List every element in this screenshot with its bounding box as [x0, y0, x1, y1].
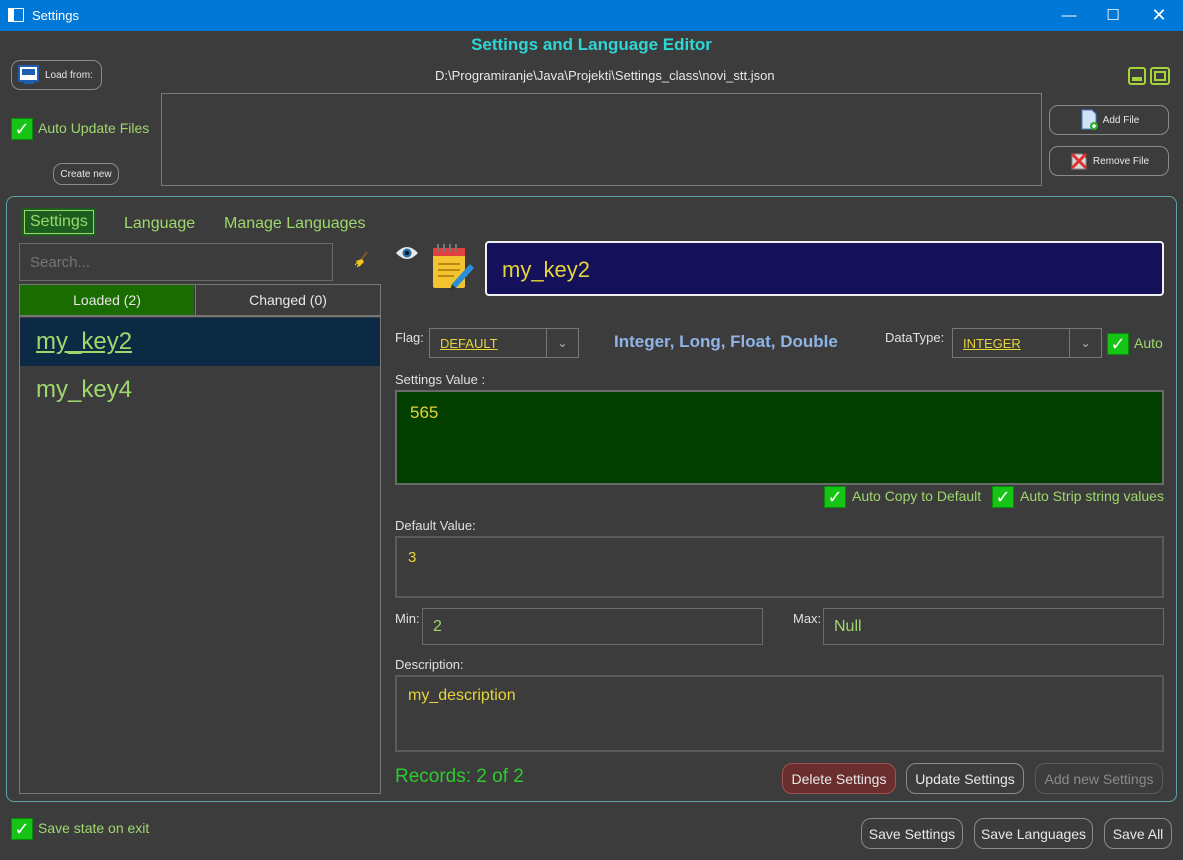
file-path: D:\Programiranje\Java\Projekti\Settings_…	[435, 68, 775, 83]
list-item-label: my_key2	[36, 328, 133, 355]
broom-icon[interactable]	[353, 250, 371, 268]
default-value-text: 3	[408, 549, 417, 566]
delete-settings-button[interactable]: Delete Settings	[782, 763, 896, 794]
min-field[interactable]: 2	[422, 608, 763, 645]
app-icon	[8, 8, 24, 22]
save-all-button[interactable]: Save All	[1104, 818, 1172, 849]
default-value-field[interactable]: 3	[395, 536, 1164, 598]
datatype-value: INTEGER	[963, 336, 1021, 351]
auto-strip-label: Auto Strip string values	[1020, 488, 1164, 504]
add-file-button[interactable]: Add File	[1049, 105, 1169, 135]
create-new-button[interactable]: Create new	[53, 163, 119, 185]
types-hint: Integer, Long, Float, Double	[614, 332, 838, 351]
tab-manage-languages[interactable]: Manage Languages	[224, 215, 365, 233]
key-value: my_key2	[502, 257, 591, 282]
description-field[interactable]: my_description	[395, 675, 1164, 752]
list-item[interactable]: my_key2	[20, 318, 380, 366]
key-field[interactable]: my_key2	[485, 241, 1164, 296]
list-item[interactable]: my_key4	[20, 366, 380, 414]
max-value: Null	[834, 618, 862, 635]
settings-value-label: Settings Value :	[395, 372, 486, 387]
update-settings-button[interactable]: Update Settings	[906, 763, 1024, 794]
minimize-icon[interactable]: —	[1046, 0, 1092, 31]
app-heading: Settings and Language Editor	[471, 35, 712, 54]
auto-datatype-checkbox[interactable]: ✓	[1107, 333, 1129, 355]
save-languages-button[interactable]: Save Languages	[974, 818, 1093, 849]
notepad-icon	[433, 244, 474, 290]
remove-file-icon	[1070, 152, 1087, 170]
load-from-button[interactable]: Load from:	[11, 60, 102, 90]
list-item-label: my_key4	[36, 376, 133, 403]
save-state-checkbox[interactable]: ✓	[11, 818, 33, 840]
close-icon[interactable]: ✕	[1136, 0, 1182, 31]
save-state-label: Save state on exit	[38, 820, 150, 836]
auto-update-label: Auto Update Files	[38, 120, 150, 136]
settings-value-field[interactable]: 565	[395, 390, 1164, 485]
add-file-label: Add File	[1102, 114, 1140, 126]
title-bar: Settings — ☐ ✕	[0, 0, 1183, 31]
auto-copy-label: Auto Copy to Default	[852, 488, 982, 504]
add-file-icon	[1081, 109, 1098, 130]
files-list[interactable]	[161, 93, 1042, 186]
flag-select[interactable]: DEFAULT ⌄	[429, 328, 579, 358]
datatype-label: DataType:	[885, 330, 945, 345]
remove-file-label: Remove File	[1092, 155, 1150, 167]
search-input[interactable]	[19, 243, 333, 281]
records-count: Records: 2 of 2	[395, 766, 524, 787]
window-title: Settings	[32, 8, 79, 23]
eye-icon[interactable]	[395, 244, 419, 262]
remove-file-button[interactable]: Remove File	[1049, 146, 1169, 176]
min-value: 2	[433, 618, 442, 635]
tab-settings[interactable]: Settings	[22, 208, 96, 236]
settings-window: Settings — ☐ ✕ Settings and Language Edi…	[0, 0, 1183, 860]
settings-value-text: 565	[410, 403, 439, 422]
auto-copy-checkbox[interactable]: ✓	[824, 486, 846, 508]
min-label: Min:	[395, 611, 420, 626]
save-settings-button[interactable]: Save Settings	[861, 818, 963, 849]
flag-value: DEFAULT	[440, 336, 498, 351]
load-from-label: Load from:	[45, 69, 93, 81]
chevron-down-icon: ⌄	[546, 329, 578, 357]
layout-split-icon[interactable]	[1150, 67, 1170, 85]
max-field[interactable]: Null	[823, 608, 1164, 645]
chevron-down-icon: ⌄	[1069, 329, 1101, 357]
layout-single-icon[interactable]	[1128, 67, 1146, 85]
auto-datatype-label: Auto	[1134, 335, 1163, 351]
max-label: Max:	[793, 611, 822, 626]
flag-label: Flag:	[395, 330, 424, 345]
maximize-icon[interactable]: ☐	[1090, 0, 1136, 31]
description-label: Description:	[395, 657, 464, 672]
auto-strip-checkbox[interactable]: ✓	[992, 486, 1014, 508]
auto-update-checkbox[interactable]: ✓	[11, 118, 33, 140]
tab-language[interactable]: Language	[124, 215, 195, 233]
description-text: my_description	[408, 687, 516, 704]
subtab-loaded[interactable]: Loaded (2)	[20, 285, 194, 315]
default-value-label: Default Value:	[395, 518, 476, 533]
load-icon	[18, 65, 39, 84]
add-new-settings-button[interactable]: Add new Settings	[1035, 763, 1163, 794]
datatype-select[interactable]: INTEGER ⌄	[952, 328, 1102, 358]
subtab-changed[interactable]: Changed (0)	[195, 285, 380, 315]
